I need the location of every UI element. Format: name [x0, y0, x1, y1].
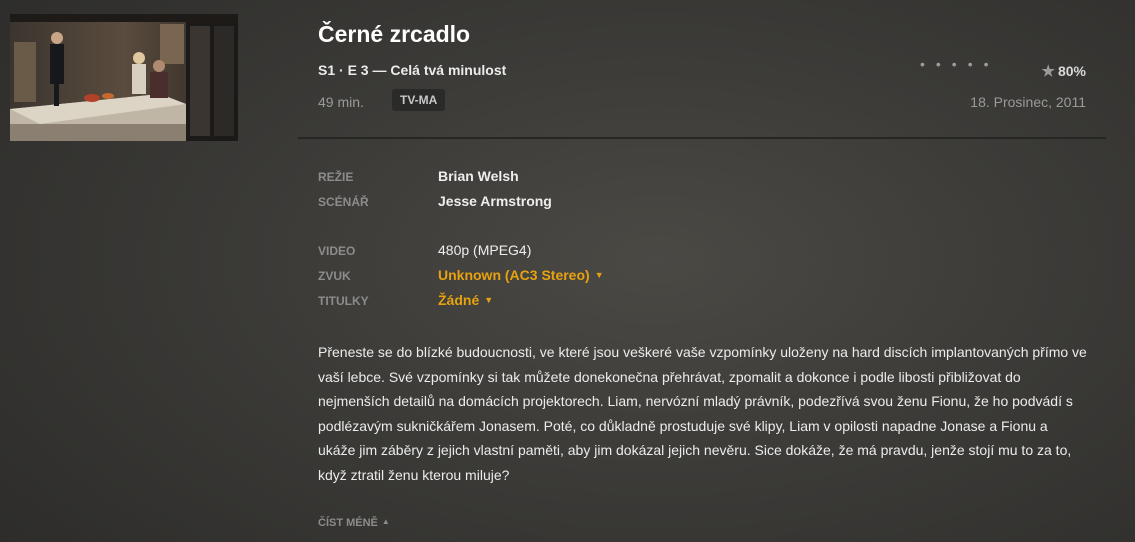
star-icon: ★	[1041, 63, 1055, 80]
directed-value[interactable]: Brian Welsh	[438, 168, 519, 184]
video-label: VIDEO	[318, 244, 356, 258]
read-less-button[interactable]: ČÍST MÉNĚ ▲	[318, 517, 390, 529]
episode-thumbnail[interactable]	[10, 14, 238, 141]
chevron-up-icon: ▲	[381, 517, 390, 526]
user-rating-stars[interactable]: •••••	[920, 56, 1000, 72]
episode-subtitle: S1 · E 3 — Celá tvá minulost	[318, 62, 507, 78]
subtitles-label: TITULKY	[318, 294, 369, 308]
chevron-down-icon: ▼	[594, 270, 604, 280]
audio-dropdown[interactable]: Unknown (AC3 Stereo) ▼	[438, 267, 604, 283]
air-date: 18. Prosinec, 2011	[970, 94, 1086, 110]
read-less-label: ČÍST MÉNĚ	[318, 517, 378, 529]
rating-percent: 80%	[1057, 63, 1086, 79]
subtitles-dropdown[interactable]: Žádné ▼	[438, 292, 493, 308]
page-title: Černé zrcadlo	[318, 21, 471, 47]
written-value[interactable]: Jesse Armstrong	[438, 193, 552, 209]
divider	[298, 137, 1106, 139]
written-label: SCÉNÁŘ	[318, 195, 369, 209]
chevron-down-icon: ▼	[484, 295, 494, 305]
subtitles-value: Žádné	[438, 292, 480, 308]
video-value: 480p (MPEG4)	[438, 242, 532, 258]
audio-label: ZVUK	[318, 269, 351, 283]
critic-rating: ★ 80%	[1042, 62, 1086, 80]
directed-label: REŽIE	[318, 170, 354, 184]
audio-value: Unknown (AC3 Stereo)	[438, 267, 590, 283]
content-rating-badge: TV-MA	[392, 89, 446, 111]
duration: 49 min.	[318, 94, 364, 110]
episode-summary: Přeneste se do blízké budoucnosti, ve kt…	[318, 344, 1087, 483]
